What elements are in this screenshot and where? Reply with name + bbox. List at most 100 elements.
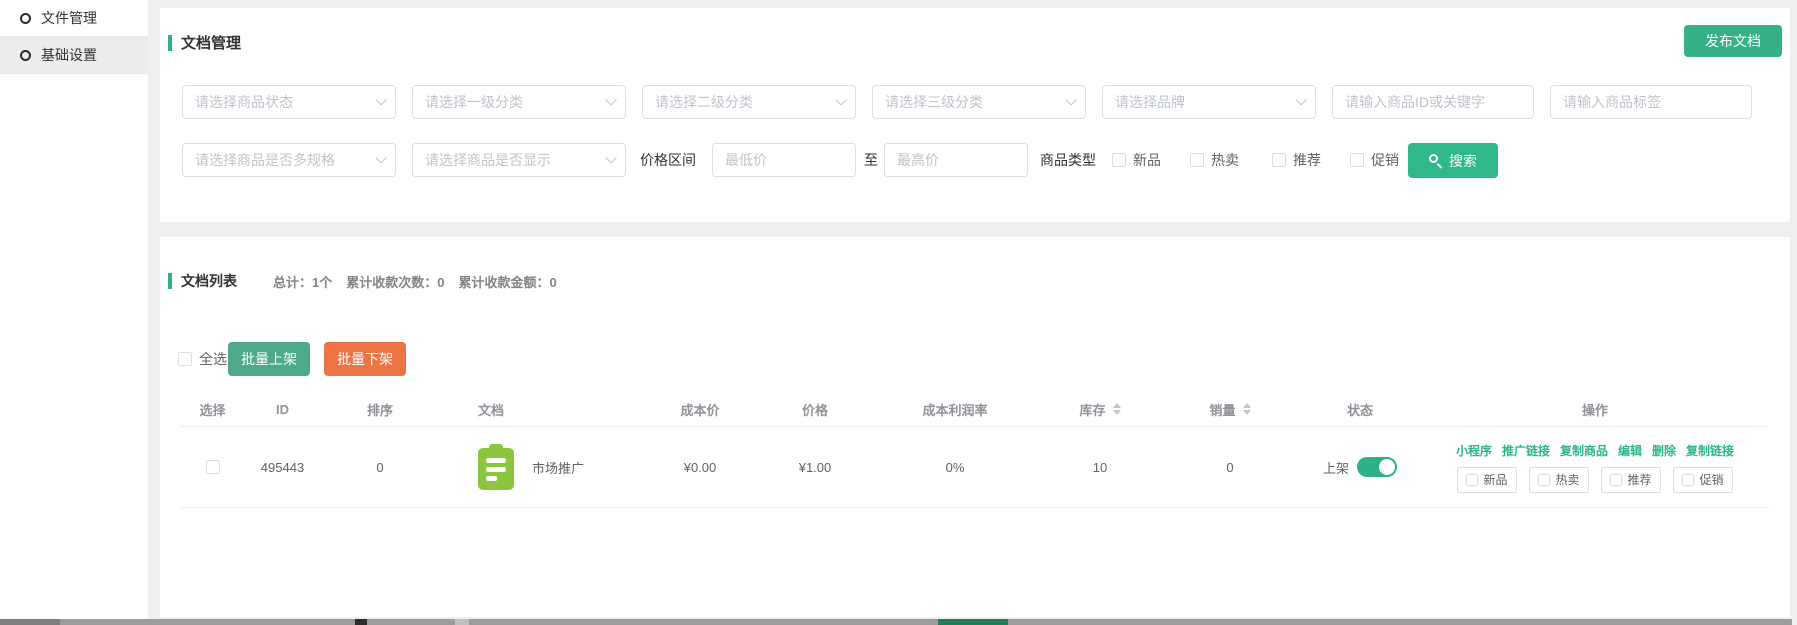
- min-price-input[interactable]: [712, 143, 856, 177]
- edit-link[interactable]: 编辑: [1618, 442, 1642, 459]
- scrollbar-segment-green: [938, 619, 1008, 625]
- checkbox-icon: [1466, 474, 1478, 486]
- select-placeholder: 请选择三级分类: [885, 92, 983, 112]
- tag-checkbox-recommend[interactable]: 推荐: [1601, 467, 1661, 493]
- select-visibility[interactable]: 请选择商品是否显示: [412, 143, 626, 177]
- cell-sort: 0: [320, 460, 440, 475]
- status-toggle[interactable]: [1357, 457, 1397, 477]
- row-checkbox[interactable]: [206, 460, 220, 474]
- document-icon: [478, 444, 514, 490]
- select-placeholder: 请选择商品是否显示: [425, 150, 551, 170]
- max-price-input[interactable]: [884, 143, 1028, 177]
- checkbox-icon: [1538, 474, 1550, 486]
- product-id-keyword-input[interactable]: [1332, 85, 1534, 119]
- search-button[interactable]: 搜索: [1408, 143, 1498, 178]
- tag-checkbox-hot[interactable]: 热卖: [1529, 467, 1589, 493]
- batch-on-shelf-button[interactable]: 批量上架: [228, 342, 310, 376]
- checkbox-label: 推荐: [1293, 150, 1321, 170]
- sort-asc-icon[interactable]: [1113, 403, 1121, 408]
- checkbox-promotion[interactable]: 促销: [1350, 143, 1399, 177]
- checkbox-icon: [1112, 153, 1126, 167]
- list-stats: 总计：1个 累计收款次数：0 累计收款金额：0: [273, 272, 557, 291]
- document-table: 选择 ID 排序 文档 成本价 价格 成本利润率 库存 销量 状态: [180, 392, 1770, 508]
- checkbox-label: 热卖: [1211, 150, 1239, 170]
- cell-price: ¥1.00: [760, 460, 870, 475]
- sort-desc-icon[interactable]: [1243, 410, 1251, 415]
- row-tag-checkboxes: 新品 热卖 推荐 促销: [1457, 467, 1733, 493]
- select-placeholder: 请选择二级分类: [655, 92, 753, 112]
- chevron-down-icon: [1295, 94, 1306, 105]
- col-header-sales: 销量: [1160, 400, 1300, 419]
- page-title: 文档管理: [181, 32, 241, 53]
- table-header-row: 选择 ID 排序 文档 成本价 价格 成本利润率 库存 销量 状态: [180, 392, 1770, 426]
- copy-link-link[interactable]: 复制链接: [1686, 442, 1734, 459]
- cell-sales: 0: [1160, 460, 1300, 475]
- mini-program-link[interactable]: 小程序: [1456, 442, 1492, 459]
- accent-bar: [168, 35, 172, 51]
- select-placeholder: 请选择一级分类: [425, 92, 523, 112]
- checkbox-icon: [1272, 153, 1286, 167]
- select-category-level3[interactable]: 请选择三级分类: [872, 85, 1086, 119]
- col-header-select: 选择: [180, 400, 245, 419]
- copy-product-link[interactable]: 复制商品: [1560, 442, 1608, 459]
- stat-payment-amount: 累计收款金额：0: [459, 272, 557, 291]
- select-placeholder: 请选择品牌: [1115, 92, 1185, 112]
- radio-circle-icon: [20, 50, 31, 61]
- checkbox-hot-sale[interactable]: 热卖: [1190, 143, 1239, 177]
- checkbox-label: 促销: [1371, 150, 1399, 170]
- checkbox-icon: [1610, 474, 1622, 486]
- select-category-level2[interactable]: 请选择二级分类: [642, 85, 856, 119]
- product-tag-input[interactable]: [1550, 85, 1752, 119]
- delete-link[interactable]: 删除: [1652, 442, 1676, 459]
- sales-sorter: [1243, 403, 1251, 415]
- col-header-margin: 成本利润率: [870, 400, 1040, 419]
- checkbox-icon: [1682, 474, 1694, 486]
- stat-total: 总计：1个: [273, 272, 332, 291]
- tag-checkbox-promotion[interactable]: 促销: [1673, 467, 1733, 493]
- price-range-label: 价格区间: [640, 143, 696, 177]
- document-management-panel: 文档管理 发布文档 请选择商品状态 请选择一级分类 请选择二级分类 请选择三级分…: [160, 8, 1790, 222]
- status-label: 上架: [1323, 458, 1349, 477]
- col-header-id: ID: [245, 402, 320, 417]
- cell-cost: ¥0.00: [640, 460, 760, 475]
- chevron-down-icon: [605, 152, 616, 163]
- tag-checkbox-new[interactable]: 新品: [1457, 467, 1517, 493]
- document-list-panel: 文档列表 总计：1个 累计收款次数：0 累计收款金额：0 全选 批量上架 批量下…: [160, 237, 1790, 617]
- col-header-stock: 库存: [1040, 400, 1160, 419]
- select-all-checkbox[interactable]: 全选: [178, 342, 227, 376]
- select-all-label: 全选: [199, 349, 227, 369]
- bottom-scrollbar[interactable]: [0, 619, 1792, 625]
- list-title: 文档列表: [181, 271, 237, 291]
- select-category-level1[interactable]: 请选择一级分类: [412, 85, 626, 119]
- checkbox-recommend[interactable]: 推荐: [1272, 143, 1321, 177]
- stock-sorter: [1113, 403, 1121, 415]
- col-header-operations: 操作: [1420, 400, 1770, 419]
- accent-bar: [168, 273, 172, 289]
- col-header-sort: 排序: [320, 400, 440, 419]
- price-to-label: 至: [864, 143, 878, 177]
- col-header-status: 状态: [1300, 400, 1420, 419]
- checkbox-new-product[interactable]: 新品: [1112, 143, 1161, 177]
- sort-asc-icon[interactable]: [1243, 403, 1251, 408]
- operation-links: 小程序 推广链接 复制商品 编辑 删除 复制链接: [1456, 442, 1734, 459]
- select-brand[interactable]: 请选择品牌: [1102, 85, 1316, 119]
- promo-link-link[interactable]: 推广链接: [1502, 442, 1550, 459]
- col-header-price: 价格: [760, 400, 870, 419]
- sidebar: 文件管理 基础设置: [0, 0, 148, 619]
- checkbox-icon: [1190, 153, 1204, 167]
- sort-desc-icon[interactable]: [1113, 410, 1121, 415]
- chevron-down-icon: [375, 94, 386, 105]
- select-multi-spec[interactable]: 请选择商品是否多规格: [182, 143, 396, 177]
- checkbox-icon: [178, 352, 192, 366]
- batch-off-shelf-button[interactable]: 批量下架: [324, 342, 406, 376]
- publish-document-button[interactable]: 发布文档: [1684, 25, 1782, 57]
- document-name: 市场推广: [532, 458, 584, 477]
- table-row: 495443 0 市场推广 ¥0.00 ¥1.00 0% 10 0 上架 小程序: [180, 426, 1770, 508]
- panel-header: 文档管理: [168, 32, 241, 53]
- col-header-cost: 成本价: [640, 400, 760, 419]
- select-product-status[interactable]: 请选择商品状态: [182, 85, 396, 119]
- scrollbar-segment-light: [455, 619, 469, 625]
- cell-status: 上架: [1300, 457, 1420, 477]
- sidebar-item-file-management[interactable]: 文件管理: [0, 0, 148, 37]
- sidebar-item-basic-settings[interactable]: 基础设置: [0, 37, 148, 74]
